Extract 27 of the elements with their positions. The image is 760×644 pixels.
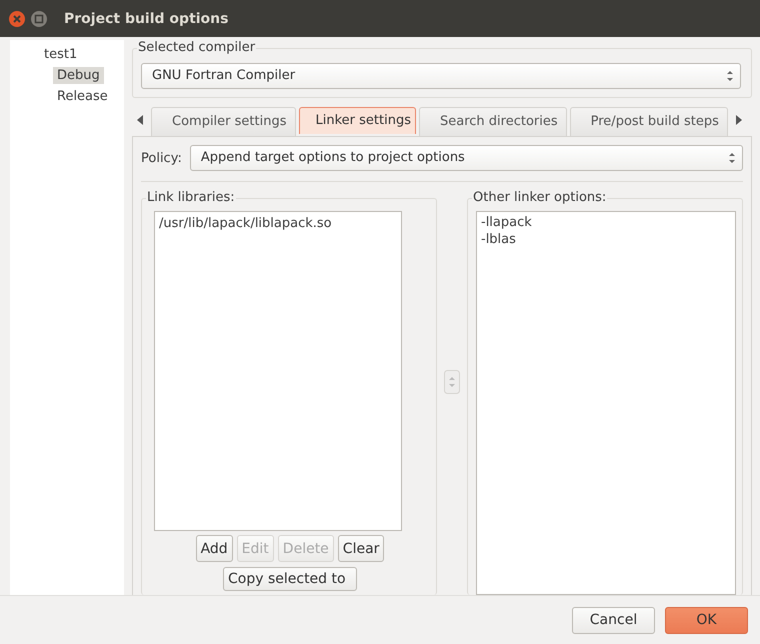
tab[interactable]: Pre/post build steps: [570, 107, 728, 136]
policy-dropdown[interactable]: Append target options to project options: [190, 145, 743, 171]
scroll-left-icon[interactable]: [137, 115, 143, 125]
tab[interactable]: Compiler settings: [151, 107, 296, 136]
list-item[interactable]: /usr/lib/lapack/liblapack.so: [159, 216, 397, 232]
tree-item[interactable]: test1: [40, 46, 82, 63]
copy-button[interactable]: Copy selected to: [223, 567, 357, 591]
ok-button[interactable]: OK: [665, 606, 748, 634]
policy-label: Policy:: [141, 150, 182, 166]
tree-item[interactable]: Release: [53, 88, 112, 105]
tab[interactable]: Search directories: [418, 107, 567, 136]
close-icon[interactable]: [8, 10, 26, 28]
window-title: Project build options: [64, 10, 228, 26]
spinner-arrows-icon: [728, 151, 736, 165]
group-label: Other linker options:: [472, 190, 608, 206]
spinner-arrows-icon: [726, 69, 734, 83]
spinner-arrows-icon: [444, 370, 460, 394]
list-button[interactable]: Add: [196, 535, 233, 562]
maximize-icon[interactable]: [30, 10, 48, 28]
tree-item[interactable]: Debug: [53, 67, 104, 84]
compiler-dropdown[interactable]: GNU Fortran Compiler: [141, 63, 741, 89]
scroll-right-icon[interactable]: [736, 115, 742, 125]
group-label: Selected compiler: [137, 40, 256, 56]
linker-options-field[interactable]: -llapack -lblas: [476, 211, 736, 595]
cancel-button[interactable]: Cancel: [572, 606, 655, 634]
tab[interactable]: Linker settings: [298, 107, 416, 134]
list-button[interactable]: Clear: [338, 535, 384, 562]
